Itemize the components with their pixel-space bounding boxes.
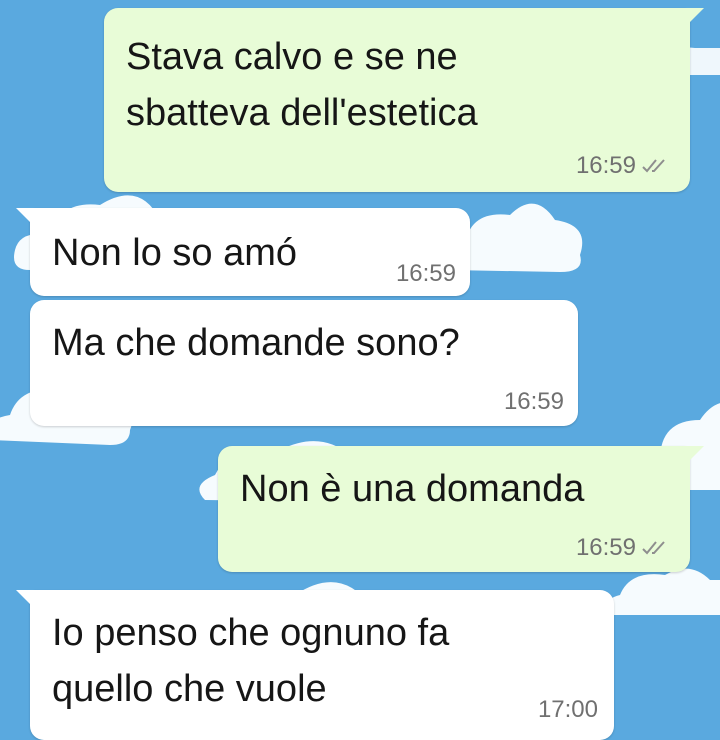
bubble-tail (16, 590, 38, 608)
message-timestamp: 16:59 (575, 534, 636, 561)
double-check-icon (642, 158, 668, 174)
chat-message-outgoing[interactable]: Non è una domanda 16:59 (218, 446, 704, 572)
bubble-tail (682, 446, 704, 464)
message-meta: 16:59 (504, 388, 564, 416)
message-line: Io penso che ognuno fa (52, 612, 450, 654)
message-timestamp: 16:59 (575, 152, 636, 179)
bubble-tail (682, 8, 704, 26)
message-meta: 16:59 (576, 534, 668, 562)
double-check-icon (642, 540, 668, 556)
chat-message-incoming[interactable]: Ma che domande sono? 16:59 (30, 300, 578, 426)
message-meta: 17:00 (538, 696, 598, 724)
chat-message-incoming[interactable]: Io penso che ognuno fa quello che vuole … (16, 590, 614, 740)
chat-message-outgoing[interactable]: Stava calvo e se ne sbatteva dell'esteti… (104, 8, 704, 192)
message-meta: 16:59 (576, 152, 668, 180)
message-timestamp: 16:59 (503, 388, 564, 415)
message-line: quello che vuole (52, 668, 327, 710)
message-timestamp: 16:59 (395, 260, 456, 287)
message-timestamp: 17:00 (537, 696, 598, 723)
chat-message-incoming[interactable]: Non lo so amó 16:59 (16, 208, 470, 296)
message-line: Ma che domande sono? (52, 322, 460, 364)
message-line: sbatteva dell'estetica (126, 92, 478, 134)
message-meta: 16:59 (396, 260, 456, 288)
message-line: Non lo so amó (52, 232, 298, 274)
message-line: Stava calvo e se ne (126, 36, 458, 78)
message-line: Non è una domanda (240, 468, 585, 510)
bubble-tail (16, 208, 38, 226)
